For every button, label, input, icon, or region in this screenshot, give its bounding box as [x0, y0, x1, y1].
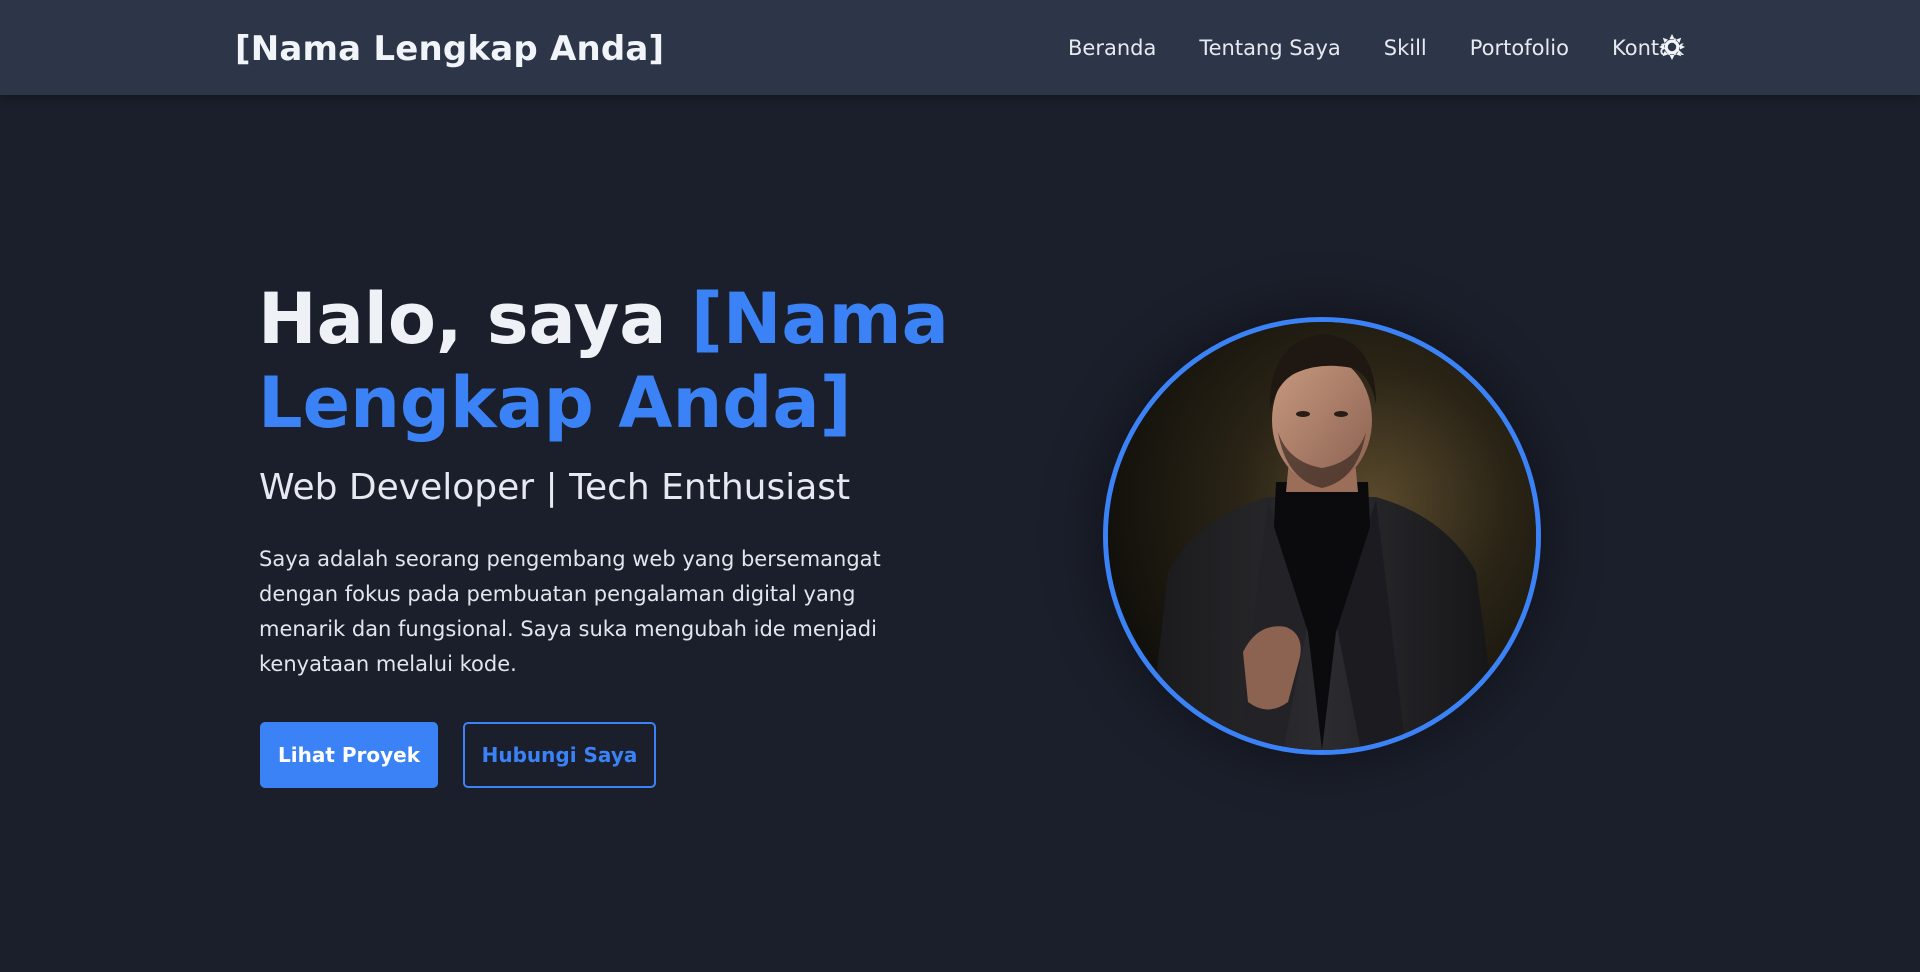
navbar: [Nama Lengkap Anda] Beranda Tentang Saya… [0, 0, 1920, 95]
contact-me-button[interactable]: Hubungi Saya [463, 722, 656, 788]
nav-link-portofolio[interactable]: Portofolio [1470, 36, 1569, 60]
hero-title-prefix: Halo, saya [258, 278, 691, 360]
nav-link-tentang-saya[interactable]: Tentang Saya [1199, 36, 1340, 60]
nav-links: Beranda Tentang Saya Skill Portofolio Ko… [1068, 36, 1714, 60]
hero-subtitle: Web Developer | Tech Enthusiast [259, 467, 851, 508]
brand-logo-text[interactable]: [Nama Lengkap Anda] [235, 29, 664, 69]
hero-description: Saya adalah seorang pengembang web yang … [259, 547, 881, 676]
view-projects-button[interactable]: Lihat Proyek [260, 722, 438, 788]
hero-section: Halo, saya [Nama Lengkap Anda] Web Devel… [0, 95, 1920, 972]
hero-title: Halo, saya [Nama Lengkap Anda] [258, 277, 958, 445]
nav-link-beranda[interactable]: Beranda [1068, 36, 1156, 60]
theme-toggle-sun-icon[interactable] [1658, 33, 1686, 61]
nav-link-skill[interactable]: Skill [1384, 36, 1427, 60]
profile-photo [1103, 317, 1541, 755]
